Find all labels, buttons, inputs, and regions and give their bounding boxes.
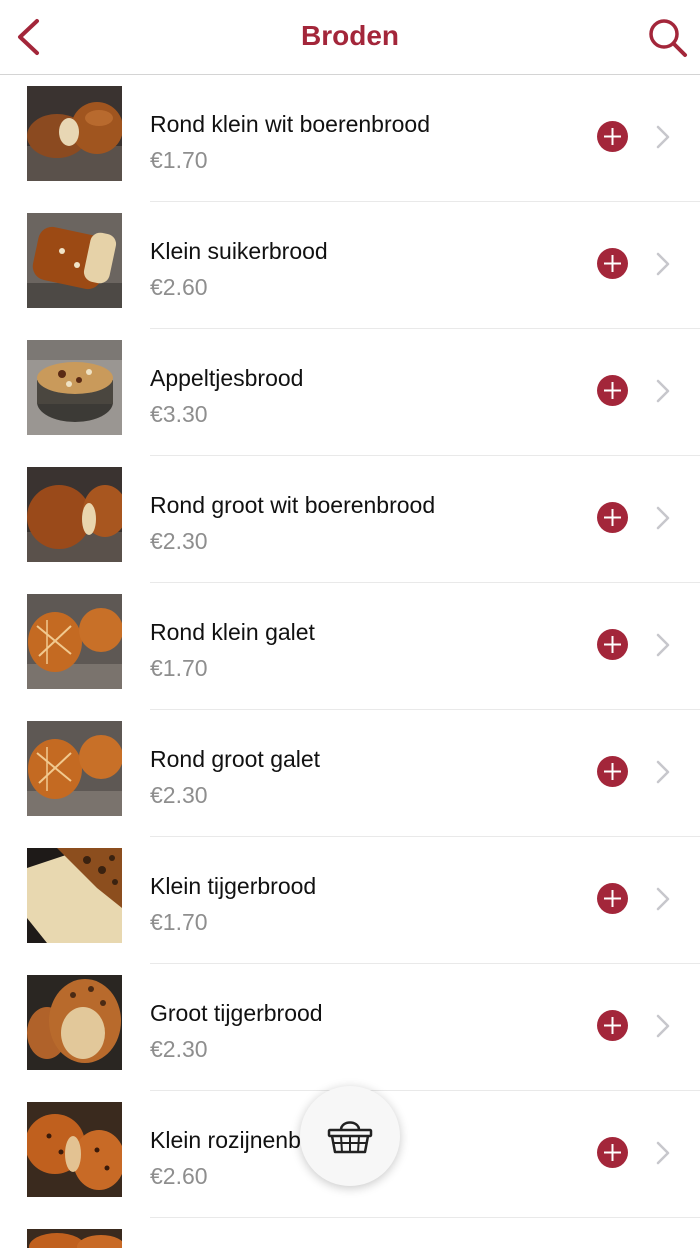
add-to-basket-button[interactable]: [597, 375, 628, 406]
chevron-right-icon: [656, 760, 670, 784]
product-name: Appeltjesbrood: [150, 365, 304, 391]
product-name: Rond groot wit boerenbrood: [150, 492, 436, 518]
basket-icon: [327, 1121, 373, 1154]
plus-icon: [604, 1144, 621, 1161]
product-name: Klein suikerbrood: [150, 238, 328, 264]
product-image: [27, 721, 122, 816]
product-price: €3.30: [150, 401, 208, 427]
product-image: [27, 848, 122, 943]
page-title: Broden: [301, 20, 399, 51]
product-price: €1.70: [150, 655, 208, 681]
basket-button[interactable]: [300, 1086, 400, 1186]
product-price: €1.70: [150, 909, 208, 935]
add-to-basket-button[interactable]: [597, 502, 628, 533]
plus-icon: [604, 509, 621, 526]
plus-icon: [604, 128, 621, 145]
search-button[interactable]: [646, 16, 690, 60]
product-price: €2.30: [150, 1036, 208, 1062]
add-to-basket-button[interactable]: [597, 121, 628, 152]
chevron-right-icon: [656, 1141, 670, 1165]
plus-icon: [604, 636, 621, 653]
add-to-basket-button[interactable]: [597, 1137, 628, 1168]
product-image: [27, 975, 122, 1070]
chevron-right-icon: [656, 633, 670, 657]
product-row[interactable]: Rond klein galet €1.70: [0, 583, 700, 710]
chevron-right-icon: [656, 125, 670, 149]
plus-icon: [604, 763, 621, 780]
product-price: €2.60: [150, 1163, 208, 1189]
product-price: €2.30: [150, 782, 208, 808]
product-row[interactable]: Rond groot galet €2.30: [0, 710, 700, 837]
product-row[interactable]: Appeltjesbrood €3.30: [0, 329, 700, 456]
plus-icon: [604, 382, 621, 399]
product-image: [27, 1102, 122, 1197]
product-name: Klein tijgerbrood: [150, 873, 317, 899]
chevron-right-icon: [656, 252, 670, 276]
add-to-basket-button[interactable]: [597, 248, 628, 279]
search-icon: [649, 19, 687, 57]
plus-icon: [604, 255, 621, 272]
chevron-right-icon: [656, 379, 670, 403]
product-image: [27, 340, 122, 435]
product-name: Rond groot galet: [150, 746, 321, 772]
product-image: [27, 1229, 122, 1248]
product-price: €1.70: [150, 147, 208, 173]
product-row[interactable]: Klein suikerbrood €2.60: [0, 202, 700, 329]
plus-icon: [604, 1017, 621, 1034]
product-list: Rond klein wit boerenbrood €1.70 Klein s…: [0, 75, 700, 1248]
product-row[interactable]: Klein tijgerbrood €1.70: [0, 837, 700, 964]
product-name: Rond klein wit boerenbrood: [150, 111, 431, 137]
navigation-bar: Broden: [0, 0, 700, 75]
product-row[interactable]: Rond klein wit boerenbrood €1.70: [0, 75, 700, 202]
plus-icon: [604, 890, 621, 907]
product-price: €2.30: [150, 528, 208, 554]
add-to-basket-button[interactable]: [597, 629, 628, 660]
product-image: [27, 213, 122, 308]
chevron-right-icon: [656, 1014, 670, 1038]
product-image: [27, 594, 122, 689]
chevron-right-icon: [656, 887, 670, 911]
add-to-basket-button[interactable]: [597, 883, 628, 914]
add-to-basket-button[interactable]: [597, 756, 628, 787]
chevron-right-icon: [656, 506, 670, 530]
product-name: Rond klein galet: [150, 619, 315, 645]
product-price: €2.60: [150, 274, 208, 300]
product-name: Groot tijgerbrood: [150, 1000, 323, 1026]
product-image: [27, 467, 122, 562]
product-image: [27, 86, 122, 181]
product-row[interactable]: Groot tijgerbrood €2.30: [0, 964, 700, 1091]
add-to-basket-button[interactable]: [597, 1010, 628, 1041]
product-row[interactable]: Rond groot wit boerenbrood €2.30: [0, 456, 700, 583]
